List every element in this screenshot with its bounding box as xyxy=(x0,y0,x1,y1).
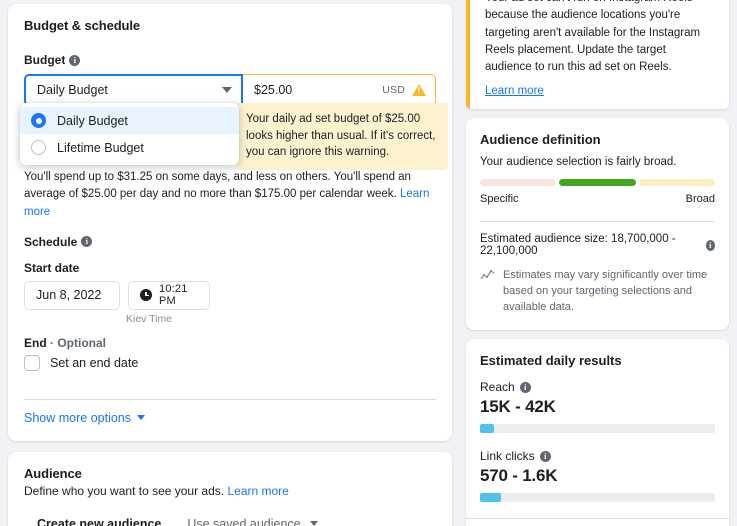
estimated-audience-size-text: Estimated audience size: 18,700,000 - 22… xyxy=(480,233,676,258)
tab-create-new-audience[interactable]: Create new audience xyxy=(37,517,161,526)
currency-label: USD xyxy=(382,84,405,96)
info-icon[interactable]: i xyxy=(69,54,81,66)
audience-breadth-meter xyxy=(480,179,715,187)
meter-segment-specific xyxy=(480,179,557,187)
metric-label-text: Reach xyxy=(480,380,515,395)
start-date-input[interactable]: Jun 8, 2022 xyxy=(24,280,120,310)
spend-note: You'll spend up to $31.25 on some days, … xyxy=(24,169,436,221)
spend-note-text: You'll spend up to $31.25 on some days, … xyxy=(24,171,411,201)
budget-label: Budget i xyxy=(24,53,436,67)
audience-subtitle-text: Define who you want to see your ads. xyxy=(24,483,225,498)
amount-adornments: USD xyxy=(382,84,426,96)
chevron-down-icon xyxy=(222,87,232,93)
meter-label-specific: Specific xyxy=(480,193,519,206)
metric-label-text: Link clicks xyxy=(480,449,535,464)
audience-definition-card: Audience definition Your audience select… xyxy=(466,118,729,331)
metric-bar-track xyxy=(480,493,715,503)
trend-chart-icon xyxy=(480,270,495,280)
audience-title: Audience xyxy=(24,465,82,481)
meter-label-broad: Broad xyxy=(685,193,715,206)
budget-type-dropdown-menu[interactable]: Daily Budget Lifetime Budget xyxy=(20,103,239,165)
meter-segment-broad xyxy=(638,179,715,187)
budget-warning-text: Your daily ad set budget of $25.00 looks… xyxy=(246,113,436,159)
timezone-note: Kiev Time xyxy=(126,312,173,325)
chevron-down-icon xyxy=(310,520,319,526)
end-label: End · Optional xyxy=(24,336,436,350)
metric-label-row: Reach i xyxy=(480,380,715,394)
metric-bar-fill xyxy=(480,493,502,503)
audience-subtitle: Define who you want to see your ads. Lea… xyxy=(24,484,436,498)
estimated-daily-results-card: Estimated daily results Reach i 15K - 42… xyxy=(466,339,729,526)
audience-tabs: Create new audience Use saved audience xyxy=(24,517,436,526)
metric-bar-track xyxy=(480,424,715,434)
radio-unselected-icon xyxy=(31,140,46,155)
audience-learn-more-link[interactable]: Learn more xyxy=(227,484,288,498)
start-time-input[interactable]: 10:21 PM xyxy=(128,280,210,310)
schedule-label-text: Schedule xyxy=(24,234,78,249)
chevron-down-icon xyxy=(137,415,146,421)
budget-warning-tooltip: Your daily ad set budget of $25.00 looks… xyxy=(236,103,448,171)
budget-type-selected-label: Daily Budget xyxy=(37,83,108,97)
divider xyxy=(24,398,436,400)
tab-label: Use saved audience xyxy=(187,516,301,526)
page-title: Budget & schedule xyxy=(24,18,141,33)
info-icon[interactable]: i xyxy=(539,450,551,462)
budget-label-text: Budget xyxy=(24,53,66,67)
right-column: Your ad set can't run on Instagram Reels… xyxy=(466,0,729,526)
metric-link-clicks: Link clicks i 570 - 1.6K xyxy=(480,449,715,503)
set-end-date-label: Set an end date xyxy=(50,355,139,370)
info-icon[interactable]: i xyxy=(81,236,93,248)
tab-label: Create new audience xyxy=(37,516,162,526)
budget-and-schedule-card: Budget & schedule Budget i Daily Budget … xyxy=(8,4,452,441)
ads-manager-budget-screen: Budget & schedule Budget i Daily Budget … xyxy=(0,0,737,526)
start-date-row: Jun 8, 2022 10:21 PM xyxy=(24,280,436,310)
start-time-value: 10:21 PM xyxy=(159,283,188,308)
metric-value: 15K - 42K xyxy=(480,397,556,417)
radio-selected-icon xyxy=(31,113,46,128)
end-label-text: End xyxy=(24,335,47,350)
budget-amount-value: $25.00 xyxy=(254,83,293,97)
metric-value: 570 - 1.6K xyxy=(480,466,558,486)
start-date-label: Start date xyxy=(24,260,80,275)
divider xyxy=(480,221,715,223)
estimates-disclaimer: Estimates may vary significantly over ti… xyxy=(480,268,715,316)
audience-card: Audience Define who you want to see your… xyxy=(8,451,452,526)
info-icon[interactable]: i xyxy=(519,381,531,393)
alert-message: Your ad set can't run on Instagram Reels… xyxy=(485,0,701,73)
end-optional-text: · Optional xyxy=(50,335,107,350)
metric-bar-fill xyxy=(480,424,495,434)
budget-input-row: Daily Budget $25.00 USD xyxy=(24,74,436,106)
audience-definition-title: Audience definition xyxy=(480,132,601,148)
meter-labels: Specific Broad xyxy=(480,193,715,205)
show-more-options-button[interactable]: Show more options xyxy=(24,410,146,425)
warning-icon xyxy=(412,84,426,96)
meter-segment-active xyxy=(559,179,636,187)
schedule-label: Schedule i xyxy=(24,235,436,249)
budget-amount-input[interactable]: $25.00 USD xyxy=(243,74,436,106)
audience-definition-subtitle: Your audience selection is fairly broad. xyxy=(480,156,677,169)
metric-reach: Reach i 15K - 42K xyxy=(480,380,715,434)
estimates-disclaimer-text: Estimates may vary significantly over ti… xyxy=(503,269,708,314)
dropdown-option-label: Daily Budget xyxy=(57,113,128,128)
set-end-date-checkbox[interactable] xyxy=(24,354,40,371)
accuracy-disclaimer: The accuracy of estimates is based on fa… xyxy=(480,519,715,526)
alert-learn-more-link[interactable]: Learn more xyxy=(485,85,544,97)
estimated-daily-results-title: Estimated daily results xyxy=(480,353,622,369)
show-more-options-label: Show more options xyxy=(24,410,132,425)
set-end-date-row[interactable]: Set an end date xyxy=(24,354,436,371)
dropdown-option-lifetime-budget[interactable]: Lifetime Budget xyxy=(20,134,239,161)
left-column: Budget & schedule Budget i Daily Budget … xyxy=(8,4,452,526)
budget-type-select[interactable]: Daily Budget xyxy=(24,74,243,106)
estimated-audience-size: Estimated audience size: 18,700,000 - 22… xyxy=(480,233,715,257)
start-date-value: Jun 8, 2022 xyxy=(36,288,102,303)
dropdown-option-label: Lifetime Budget xyxy=(57,140,144,155)
metric-label-row: Link clicks i xyxy=(480,449,715,463)
reels-placement-alert-card: Your ad set can't run on Instagram Reels… xyxy=(466,0,729,110)
info-icon[interactable]: i xyxy=(705,239,715,251)
clock-icon xyxy=(140,289,152,302)
tab-use-saved-audience[interactable]: Use saved audience xyxy=(187,516,319,526)
dropdown-option-daily-budget[interactable]: Daily Budget xyxy=(20,107,239,134)
